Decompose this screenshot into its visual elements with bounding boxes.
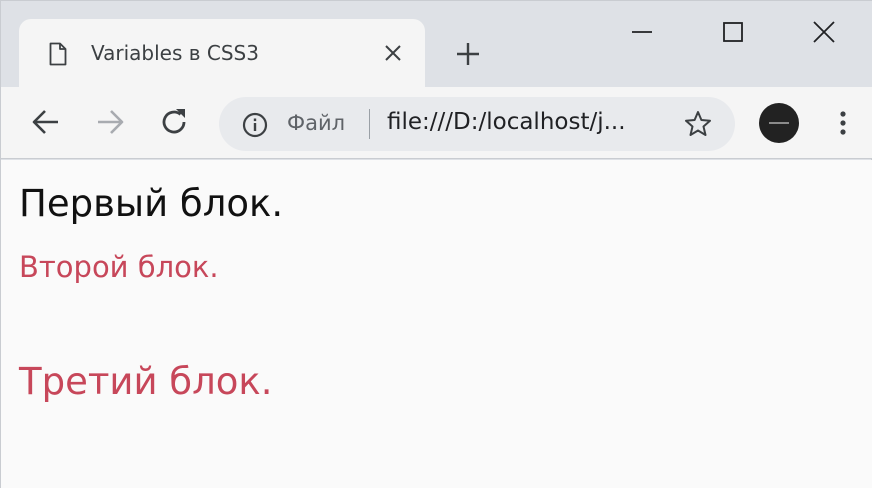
url-text[interactable]: file:///D:/localhost/j... — [387, 109, 626, 135]
vertical-dots-icon[interactable] — [833, 107, 853, 139]
minimize-icon[interactable] — [625, 15, 659, 49]
reload-icon[interactable] — [157, 105, 191, 139]
omnibox-divider — [369, 109, 370, 139]
tab-strip: Variables в CSS3 — [1, 1, 872, 87]
avatar[interactable] — [759, 103, 799, 143]
close-icon[interactable] — [381, 41, 405, 65]
omnibox[interactable]: Файл file:///D:/localhost/j... — [219, 97, 735, 151]
close-window-icon[interactable] — [807, 15, 841, 49]
maximize-icon[interactable] — [716, 15, 750, 49]
second-block: Второй блок. — [19, 250, 219, 284]
page-viewport: Первый блок. Второй блок. Третий блок. — [1, 160, 872, 488]
arrow-left-icon[interactable] — [29, 105, 63, 139]
new-tab-icon[interactable] — [453, 39, 483, 69]
first-block: Первый блок. — [19, 182, 284, 225]
tab-title: Variables в CSS3 — [91, 41, 259, 65]
scheme-label: Файл — [287, 111, 346, 135]
info-icon[interactable] — [241, 111, 269, 139]
toolbar: Файл file:///D:/localhost/j... — [1, 87, 872, 159]
third-block: Третий блок. — [19, 360, 273, 403]
star-icon[interactable] — [683, 109, 713, 139]
tab-active[interactable]: Variables в CSS3 — [19, 19, 425, 87]
arrow-right-icon[interactable] — [93, 105, 127, 139]
page-icon — [49, 42, 67, 66]
browser-window: Variables в CSS3 Файл file:///D:/localho… — [0, 0, 872, 488]
